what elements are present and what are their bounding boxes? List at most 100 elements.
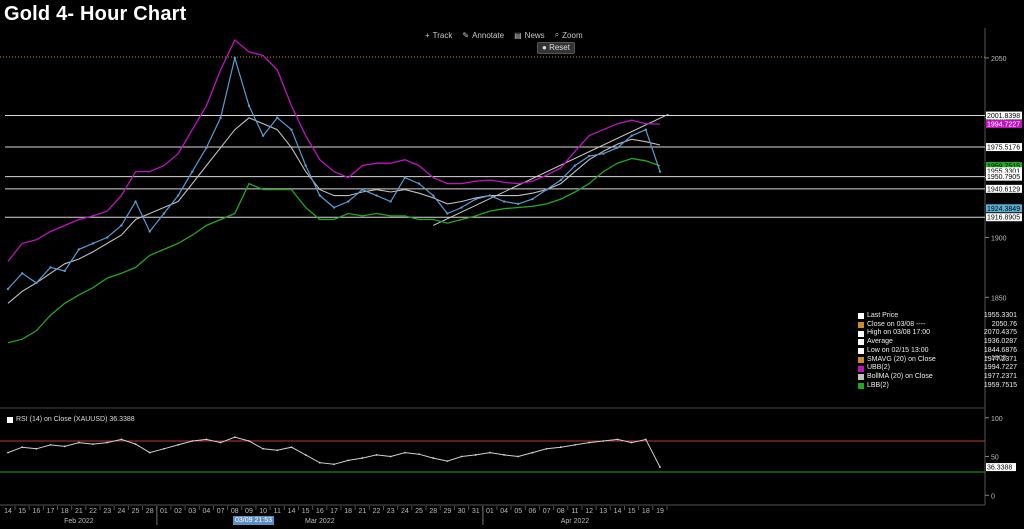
price-point (545, 188, 548, 191)
rsi-point (545, 447, 548, 450)
x-tick-label: 16 (316, 508, 324, 515)
x-tick-label: 15 (302, 508, 310, 515)
series-line-last-price (7, 55, 661, 290)
price-point (35, 281, 38, 285)
price-point (219, 116, 222, 119)
price-point (20, 272, 24, 275)
legend-swatch (858, 322, 864, 329)
rsi-point (248, 440, 250, 442)
price-point (432, 194, 435, 197)
x-tick-label: 07 (543, 508, 551, 515)
price-point (502, 200, 506, 203)
x-tick-label: 02 (174, 508, 182, 515)
x-tick-label: 14 (288, 508, 296, 515)
x-tick-label: 25 (132, 508, 140, 515)
rsi-point (403, 451, 406, 454)
rsi-point (290, 446, 293, 449)
price-point (644, 128, 648, 131)
x-tick-label: 14 (4, 508, 12, 515)
legend-swatch (858, 339, 864, 346)
price-point (658, 170, 662, 173)
rsi-point (630, 441, 633, 444)
x-group-label: Apr 2022 (561, 518, 590, 525)
price-point (460, 206, 463, 209)
x-tick-label: 12 (585, 508, 593, 515)
rsi-point (77, 441, 80, 444)
price-point (403, 176, 407, 179)
price-point (488, 194, 492, 197)
rsi-title: RSI (14) on Close (XAUUSD) 36.3388 (7, 416, 135, 423)
x-tick-label: 31 (472, 508, 480, 515)
x-tick-label: 17 (330, 508, 338, 515)
rsi-point (659, 466, 661, 468)
legend-label: Average (867, 338, 893, 346)
rsi-y-tick-label: 0 (991, 493, 995, 500)
axis-tag-label: 1916.8905 (987, 215, 1020, 222)
legend-swatch (858, 330, 864, 337)
x-tick-label: 04 (500, 508, 508, 515)
rsi-point (304, 454, 307, 456)
price-point (616, 146, 619, 149)
legend-value: 1844.6876 (983, 346, 1017, 354)
series-line-ubb-2 (7, 38, 661, 262)
price-point (261, 134, 265, 137)
legend-label: BollMA (20) on Close (867, 372, 933, 380)
legend-label: High on 03/08 17:00 (867, 329, 931, 337)
chart-legend: Last Price 1955.3301 Close on 03/08 ---- 20… (858, 312, 1017, 390)
rsi-point (148, 451, 151, 454)
x-tick-label: 06 (529, 508, 537, 515)
x-tick-label: 18 (61, 508, 69, 515)
rsi-point (460, 455, 463, 458)
price-point (559, 178, 562, 182)
rsi-point (644, 438, 647, 441)
legend-entry: High on 03/08 17:00 2070.4375 (858, 329, 1017, 338)
price-point (106, 236, 109, 239)
series-line-bollma-20 (7, 117, 661, 304)
x-group-label: Feb 2022 (64, 518, 94, 525)
x-tick-label: 23 (103, 508, 111, 515)
price-point (247, 104, 251, 107)
x-tick-label: 15 (628, 508, 636, 515)
y-tick-label: 1900 (991, 235, 1007, 242)
rsi-point (517, 455, 520, 458)
rsi-point (375, 454, 378, 456)
x-group-label: Mar 2022 (305, 518, 335, 525)
x-tick-label: 24 (401, 508, 409, 515)
rsi-point (418, 453, 420, 456)
price-point (304, 164, 307, 167)
rsi-y-tick-label: 50 (991, 455, 999, 462)
legend-label: UBB(2) (867, 364, 890, 372)
x-tick-label: 25 (415, 508, 423, 515)
legend-value: 2050.76 (991, 320, 1017, 328)
x-tick-label: 14 (614, 508, 622, 515)
rsi-point (574, 443, 576, 446)
x-tick-label: 29 (443, 508, 451, 515)
legend-value: 1994.7227 (983, 364, 1017, 372)
chart-canvas[interactable]: 1800185019001950200020502001.83981994.72… (0, 0, 1024, 529)
rsi-point (503, 454, 505, 456)
legend-swatch (858, 313, 864, 320)
rsi-point (602, 440, 605, 442)
legend-value: 1977.2371 (983, 372, 1017, 380)
x-tick-label: 05 (514, 508, 522, 515)
x-tick-label: 04 (203, 508, 211, 515)
legend-swatch (858, 356, 864, 363)
x-tick-label: 21 (75, 508, 83, 515)
price-point (389, 200, 392, 203)
legend-entry: Last Price 1955.3301 (858, 312, 1017, 321)
price-point (148, 230, 151, 233)
x-tick-label: 07 (217, 508, 225, 515)
rsi-point (588, 441, 591, 444)
legend-swatch (858, 348, 864, 355)
axis-tag-label: 2001.8398 (987, 113, 1020, 120)
rsi-point (446, 460, 449, 463)
price-point (446, 212, 449, 215)
legend-swatch (858, 382, 864, 389)
price-point (587, 154, 591, 158)
x-tick-label: 17 (47, 508, 55, 515)
rsi-point (262, 447, 265, 450)
x-tick-label: 08 (557, 508, 565, 515)
price-point (318, 194, 322, 197)
price-point (205, 146, 208, 149)
price-point (531, 197, 534, 201)
